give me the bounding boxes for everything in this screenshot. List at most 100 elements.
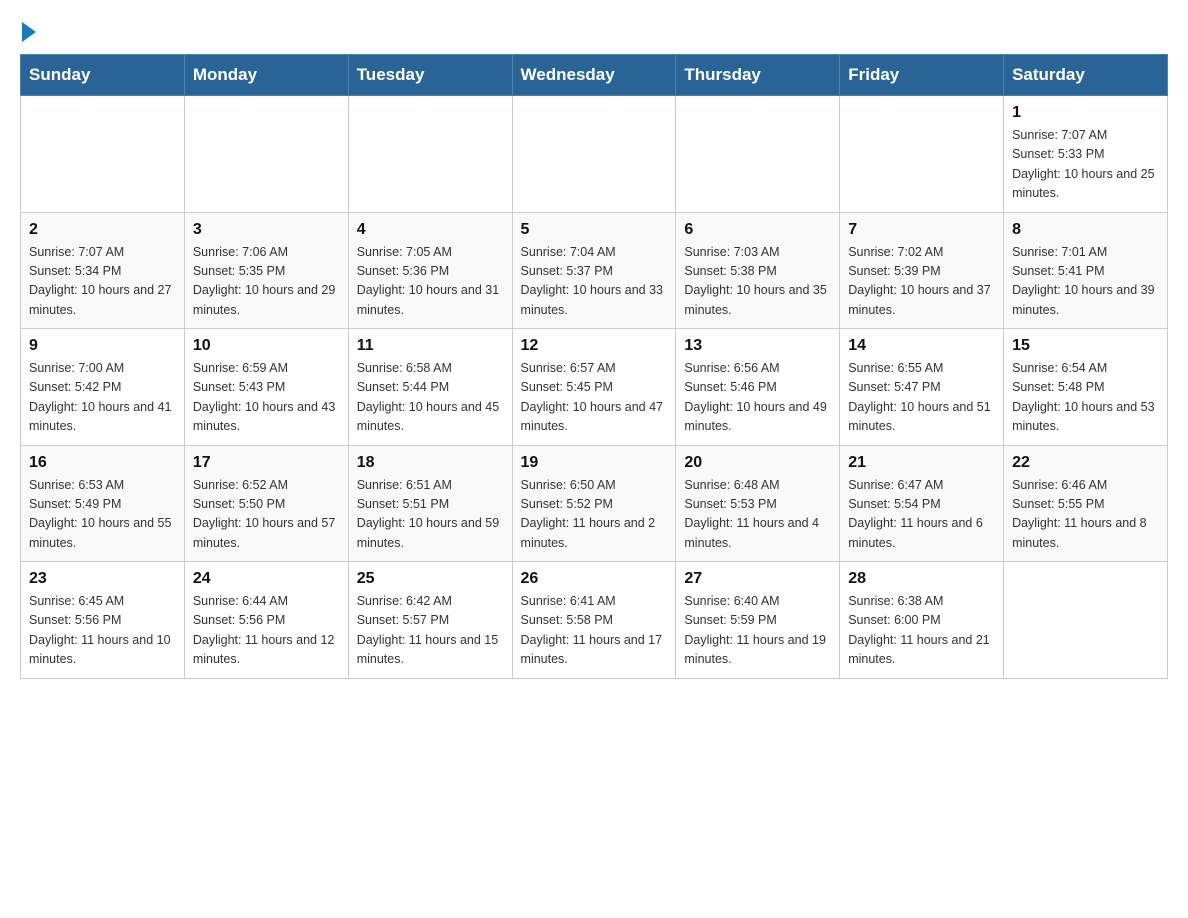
calendar-cell: 16Sunrise: 6:53 AM Sunset: 5:49 PM Dayli… [21,445,185,562]
day-info: Sunrise: 6:42 AM Sunset: 5:57 PM Dayligh… [357,592,504,670]
day-info: Sunrise: 6:41 AM Sunset: 5:58 PM Dayligh… [521,592,668,670]
day-number: 4 [357,221,504,239]
calendar-cell: 10 Sunrise: 6:59 AM Sunset: 5:43 PM Dayli… [184,329,348,446]
day-info: Sunrise: 6:58 AM Sunset: 5:44 PM Dayligh… [357,359,504,437]
day-info: Sunrise: 7:03 AM Sunset: 5:38 PM Dayligh… [684,243,831,321]
day-info: Sunrise: 7:05 AM Sunset: 5:36 PM Dayligh… [357,243,504,321]
day-number: 25 [357,570,504,588]
calendar-cell: 8 Sunrise: 7:01 AM Sunset: 5:41 PM Daylig… [1004,212,1168,329]
day-number: 6 [684,221,831,239]
day-info: Sunrise: 6:40 AM Sunset: 5:59 PM Dayligh… [684,592,831,670]
calendar-cell: 7 Sunrise: 7:02 AM Sunset: 5:39 PM Daylig… [840,212,1004,329]
day-number: 14 [848,337,995,355]
calendar-cell: 19 Sunrise: 6:50 AM Sunset: 5:52 PM Dayli… [512,445,676,562]
calendar-cell: 5Sunrise: 7:04 AM Sunset: 5:37 PM Daylig… [512,212,676,329]
calendar-cell [21,96,185,213]
day-info: Sunrise: 6:51 AM Sunset: 5:51 PM Dayligh… [357,476,504,554]
week-row-1: 1 Sunrise: 7:07 AM Sunset: 5:33 PM Daylig… [21,96,1168,213]
calendar-cell: 4 Sunrise: 7:05 AM Sunset: 5:36 PM Daylig… [348,212,512,329]
calendar-cell: 21 Sunrise: 6:47 AM Sunset: 5:54 PM Dayli… [840,445,1004,562]
calendar-cell: 11 Sunrise: 6:58 AM Sunset: 5:44 PM Dayli… [348,329,512,446]
header-row: SundayMondayTuesdayWednesdayThursdayFrid… [21,55,1168,96]
calendar-cell: 18 Sunrise: 6:51 AM Sunset: 5:51 PM Dayli… [348,445,512,562]
day-info: Sunrise: 6:55 AM Sunset: 5:47 PM Dayligh… [848,359,995,437]
calendar-cell [1004,562,1168,679]
calendar-cell [184,96,348,213]
day-number: 19 [521,454,668,472]
calendar-cell: 3 Sunrise: 7:06 AM Sunset: 5:35 PM Daylig… [184,212,348,329]
day-info: Sunrise: 6:46 AM Sunset: 5:55 PM Dayligh… [1012,476,1159,554]
week-row-2: 2Sunrise: 7:07 AM Sunset: 5:34 PM Daylig… [21,212,1168,329]
calendar-cell: 25 Sunrise: 6:42 AM Sunset: 5:57 PM Dayli… [348,562,512,679]
calendar-cell: 28Sunrise: 6:38 AM Sunset: 6:00 PM Dayli… [840,562,1004,679]
calendar-cell: 20 Sunrise: 6:48 AM Sunset: 5:53 PM Dayli… [676,445,840,562]
week-row-5: 23 Sunrise: 6:45 AM Sunset: 5:56 PM Dayli… [21,562,1168,679]
day-number: 11 [357,337,504,355]
day-number: 9 [29,337,176,355]
day-info: Sunrise: 7:07 AM Sunset: 5:34 PM Dayligh… [29,243,176,321]
logo [20,20,36,38]
day-number: 15 [1012,337,1159,355]
day-number: 22 [1012,454,1159,472]
day-info: Sunrise: 6:47 AM Sunset: 5:54 PM Dayligh… [848,476,995,554]
page-header [20,20,1168,38]
day-number: 17 [193,454,340,472]
week-row-4: 16Sunrise: 6:53 AM Sunset: 5:49 PM Dayli… [21,445,1168,562]
calendar-cell: 15 Sunrise: 6:54 AM Sunset: 5:48 PM Dayli… [1004,329,1168,446]
column-header-thursday: Thursday [676,55,840,96]
day-number: 23 [29,570,176,588]
day-info: Sunrise: 6:57 AM Sunset: 5:45 PM Dayligh… [521,359,668,437]
day-number: 3 [193,221,340,239]
day-info: Sunrise: 7:06 AM Sunset: 5:35 PM Dayligh… [193,243,340,321]
calendar-cell: 6 Sunrise: 7:03 AM Sunset: 5:38 PM Daylig… [676,212,840,329]
day-number: 16 [29,454,176,472]
calendar-cell: 12 Sunrise: 6:57 AM Sunset: 5:45 PM Dayli… [512,329,676,446]
day-number: 13 [684,337,831,355]
calendar-header: SundayMondayTuesdayWednesdayThursdayFrid… [21,55,1168,96]
column-header-monday: Monday [184,55,348,96]
calendar-cell: 2Sunrise: 7:07 AM Sunset: 5:34 PM Daylig… [21,212,185,329]
column-header-friday: Friday [840,55,1004,96]
calendar-cell: 1 Sunrise: 7:07 AM Sunset: 5:33 PM Daylig… [1004,96,1168,213]
calendar-cell: 27Sunrise: 6:40 AM Sunset: 5:59 PM Dayli… [676,562,840,679]
column-header-wednesday: Wednesday [512,55,676,96]
day-info: Sunrise: 7:00 AM Sunset: 5:42 PM Dayligh… [29,359,176,437]
day-info: Sunrise: 6:45 AM Sunset: 5:56 PM Dayligh… [29,592,176,670]
week-row-3: 9 Sunrise: 7:00 AM Sunset: 5:42 PM Daylig… [21,329,1168,446]
calendar-cell: 24 Sunrise: 6:44 AM Sunset: 5:56 PM Dayli… [184,562,348,679]
day-number: 28 [848,570,995,588]
day-info: Sunrise: 6:44 AM Sunset: 5:56 PM Dayligh… [193,592,340,670]
logo-arrow-icon [22,22,36,42]
day-number: 8 [1012,221,1159,239]
calendar-table: SundayMondayTuesdayWednesdayThursdayFrid… [20,54,1168,679]
day-number: 26 [521,570,668,588]
calendar-cell [512,96,676,213]
day-info: Sunrise: 7:04 AM Sunset: 5:37 PM Dayligh… [521,243,668,321]
day-number: 10 [193,337,340,355]
day-number: 21 [848,454,995,472]
day-info: Sunrise: 6:59 AM Sunset: 5:43 PM Dayligh… [193,359,340,437]
day-number: 7 [848,221,995,239]
day-number: 1 [1012,104,1159,122]
calendar-cell [676,96,840,213]
day-info: Sunrise: 7:01 AM Sunset: 5:41 PM Dayligh… [1012,243,1159,321]
day-number: 24 [193,570,340,588]
calendar-cell: 26 Sunrise: 6:41 AM Sunset: 5:58 PM Dayli… [512,562,676,679]
day-info: Sunrise: 6:54 AM Sunset: 5:48 PM Dayligh… [1012,359,1159,437]
day-info: Sunrise: 7:02 AM Sunset: 5:39 PM Dayligh… [848,243,995,321]
calendar-body: 1 Sunrise: 7:07 AM Sunset: 5:33 PM Daylig… [21,96,1168,679]
calendar-cell [840,96,1004,213]
calendar-cell: 14 Sunrise: 6:55 AM Sunset: 5:47 PM Dayli… [840,329,1004,446]
day-info: Sunrise: 7:07 AM Sunset: 5:33 PM Dayligh… [1012,126,1159,204]
day-number: 12 [521,337,668,355]
day-number: 18 [357,454,504,472]
day-info: Sunrise: 6:56 AM Sunset: 5:46 PM Dayligh… [684,359,831,437]
column-header-tuesday: Tuesday [348,55,512,96]
calendar-cell: 22 Sunrise: 6:46 AM Sunset: 5:55 PM Dayli… [1004,445,1168,562]
day-info: Sunrise: 6:48 AM Sunset: 5:53 PM Dayligh… [684,476,831,554]
calendar-cell: 13 Sunrise: 6:56 AM Sunset: 5:46 PM Dayli… [676,329,840,446]
calendar-cell: 17Sunrise: 6:52 AM Sunset: 5:50 PM Dayli… [184,445,348,562]
day-number: 20 [684,454,831,472]
day-info: Sunrise: 6:50 AM Sunset: 5:52 PM Dayligh… [521,476,668,554]
column-header-sunday: Sunday [21,55,185,96]
